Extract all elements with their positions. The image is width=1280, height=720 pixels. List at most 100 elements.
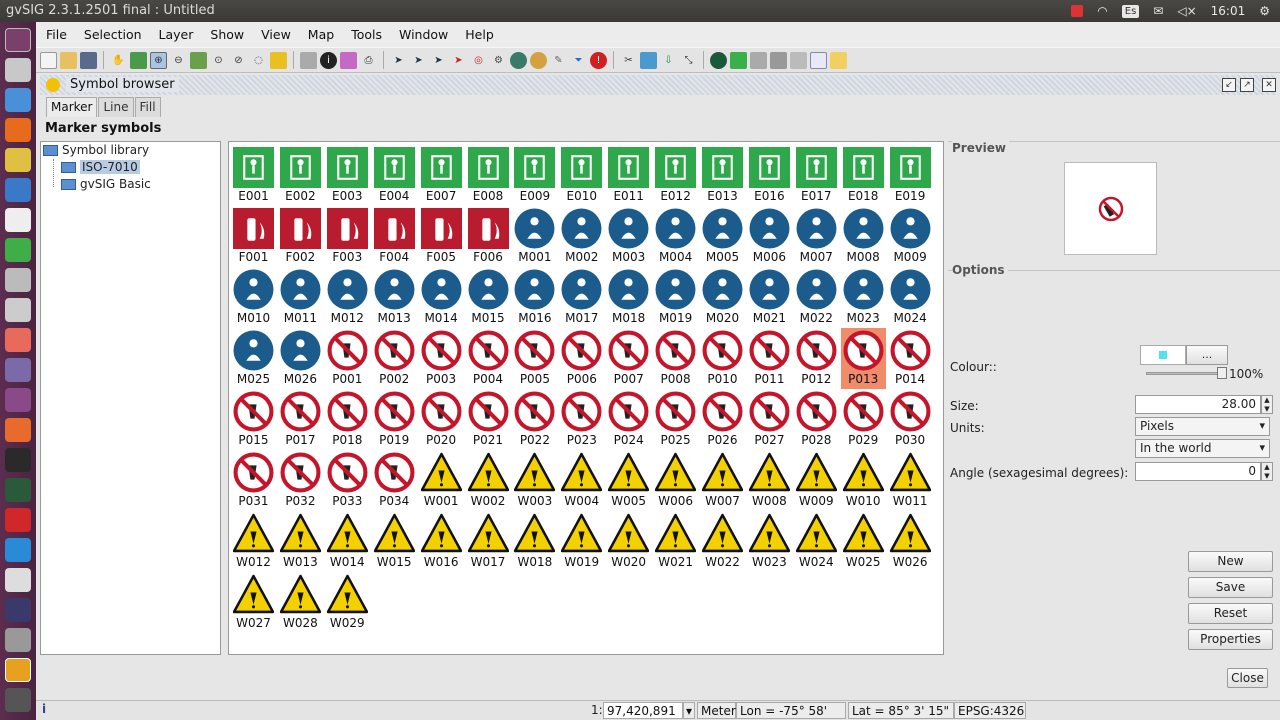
invert-selection-icon[interactable] xyxy=(530,51,547,69)
angle-spinner[interactable]: ▲ ▼ xyxy=(1261,462,1273,481)
symbol-tile-w029[interactable]: W029 xyxy=(325,572,370,633)
restore-icon[interactable]: ↗ xyxy=(1240,78,1254,92)
symbol-tile-e010[interactable]: E010 xyxy=(559,145,604,206)
symbol-tile-e013[interactable]: E013 xyxy=(700,145,745,206)
symbol-tile-e009[interactable]: E009 xyxy=(512,145,557,206)
symbol-tile-m020[interactable]: M020 xyxy=(700,267,745,328)
symbol-tile-p001[interactable]: P001 xyxy=(325,328,370,389)
camera-icon[interactable] xyxy=(5,268,31,292)
world-select[interactable]: In the world xyxy=(1135,439,1270,458)
symbol-tile-w024[interactable]: W024 xyxy=(794,511,839,572)
symbol-tile-m013[interactable]: M013 xyxy=(372,267,417,328)
scale-input[interactable]: 97,420,891 xyxy=(603,702,683,719)
symbol-tile-w014[interactable]: W014 xyxy=(325,511,370,572)
symbol-tile-p029[interactable]: P029 xyxy=(841,389,886,450)
menu-view[interactable]: View xyxy=(261,27,291,42)
symbol-tile-p020[interactable]: P020 xyxy=(419,389,464,450)
text-editor-icon[interactable] xyxy=(5,208,31,232)
save-button[interactable]: Save xyxy=(1188,577,1273,598)
settings-icon[interactable] xyxy=(5,628,31,652)
clear-selection-icon[interactable]: ✎ xyxy=(550,52,567,69)
media-icon[interactable] xyxy=(5,358,31,382)
symbol-tile-p034[interactable]: P034 xyxy=(372,450,417,511)
select-circle-icon[interactable]: ➤ xyxy=(450,52,467,69)
layers-icon[interactable] xyxy=(190,51,207,69)
symbol-tile-m003[interactable]: M003 xyxy=(606,206,651,267)
zoom-in-icon[interactable]: ⊕ xyxy=(150,51,167,69)
symbol-tile-w015[interactable]: W015 xyxy=(372,511,417,572)
symbol-tile-p010[interactable]: P010 xyxy=(700,328,745,389)
pan-hand-icon[interactable]: ✋ xyxy=(110,52,127,69)
symbol-tile-m026[interactable]: M026 xyxy=(278,328,323,389)
wifi-icon[interactable]: ◠ xyxy=(1097,4,1107,18)
info-icon[interactable]: i xyxy=(320,51,337,69)
power-gear-icon[interactable]: ⚙ xyxy=(1259,4,1270,18)
select-by-point-icon[interactable]: ◎ xyxy=(470,52,487,69)
symbol-tile-m019[interactable]: M019 xyxy=(653,267,698,328)
symbol-tile-w010[interactable]: W010 xyxy=(841,450,886,511)
symbol-tile-p033[interactable]: P033 xyxy=(325,450,370,511)
dictionary-icon[interactable] xyxy=(5,568,31,592)
colour-swatch[interactable] xyxy=(1140,345,1186,365)
zoom-select-icon[interactable]: ⊘ xyxy=(230,52,247,69)
symbol-tile-w005[interactable]: W005 xyxy=(606,450,651,511)
symbol-tile-e017[interactable]: E017 xyxy=(794,145,839,206)
tree-item-gvsig-basic[interactable]: gvSIG Basic xyxy=(61,177,151,191)
symbol-tile-w026[interactable]: W026 xyxy=(888,511,933,572)
chrome-icon[interactable] xyxy=(5,148,31,172)
select-polygon-icon[interactable]: ➤ xyxy=(430,52,447,69)
select-by-layer-icon[interactable]: ⚙ xyxy=(490,52,507,69)
symbol-tile-p019[interactable]: P019 xyxy=(372,389,417,450)
symbol-tile-m002[interactable]: M002 xyxy=(559,206,604,267)
system-monitor-icon[interactable] xyxy=(5,478,31,502)
units-select[interactable]: Pixels xyxy=(1135,417,1270,436)
symbol-tile-m021[interactable]: M021 xyxy=(747,267,792,328)
software-center-icon[interactable] xyxy=(5,418,31,442)
terminal-icon[interactable] xyxy=(5,448,31,472)
calculator-icon[interactable] xyxy=(5,298,31,322)
symbol-tile-w021[interactable]: W021 xyxy=(653,511,698,572)
zoom-all-icon[interactable]: ◌ xyxy=(250,52,267,69)
symbol-tile-m025[interactable]: M025 xyxy=(231,328,276,389)
symbol-tile-w003[interactable]: W003 xyxy=(512,450,557,511)
properties-button[interactable]: Properties xyxy=(1188,629,1273,650)
symbol-tile-w017[interactable]: W017 xyxy=(466,511,511,572)
download-icon[interactable]: ⇩ xyxy=(660,52,677,69)
symbol-tile-p023[interactable]: P023 xyxy=(559,389,604,450)
symbol-tile-e012[interactable]: E012 xyxy=(653,145,698,206)
symbol-tile-p031[interactable]: P031 xyxy=(231,450,276,511)
symbol-tile-e003[interactable]: E003 xyxy=(325,145,370,206)
gvsig-icon[interactable] xyxy=(5,658,31,682)
symbol-tile-w016[interactable]: W016 xyxy=(419,511,464,572)
symbol-tile-f001[interactable]: F001 xyxy=(231,206,276,267)
symbol-tile-p008[interactable]: P008 xyxy=(653,328,698,389)
minimize-icon[interactable]: ↙ xyxy=(1222,78,1236,92)
stop-icon[interactable]: ! xyxy=(590,51,607,69)
video-icon[interactable] xyxy=(5,388,31,412)
symbol-tile-w004[interactable]: W004 xyxy=(559,450,604,511)
symbol-tile-w018[interactable]: W018 xyxy=(512,511,557,572)
clock[interactable]: 16:01 xyxy=(1211,4,1246,18)
symbol-tile-m001[interactable]: M001 xyxy=(512,206,557,267)
geoprocess-icon[interactable] xyxy=(750,51,767,69)
menu-tools[interactable]: Tools xyxy=(351,27,382,42)
impress-icon[interactable] xyxy=(5,328,31,352)
skype-icon[interactable] xyxy=(5,538,31,562)
symbol-tile-p005[interactable]: P005 xyxy=(512,328,557,389)
symbol-tile-w001[interactable]: W001 xyxy=(419,450,464,511)
zoom-previous-icon[interactable]: ⊙ xyxy=(210,52,227,69)
toolbox-icon[interactable] xyxy=(770,51,787,69)
size-input[interactable]: 28.00 xyxy=(1135,395,1261,414)
network-icon[interactable] xyxy=(5,88,31,112)
select-all-icon[interactable] xyxy=(510,51,527,69)
inkscape-icon[interactable] xyxy=(5,598,31,622)
menu-show[interactable]: Show xyxy=(210,27,244,42)
opacity-slider-handle[interactable] xyxy=(1217,367,1227,379)
symbol-tile-m009[interactable]: M009 xyxy=(888,206,933,267)
symbol-tile-m005[interactable]: M005 xyxy=(700,206,745,267)
symbol-tile-p006[interactable]: P006 xyxy=(559,328,604,389)
symbol-tile-m008[interactable]: M008 xyxy=(841,206,886,267)
symbol-tile-p024[interactable]: P024 xyxy=(606,389,651,450)
symbol-tile-m004[interactable]: M004 xyxy=(653,206,698,267)
symbol-tile-p004[interactable]: P004 xyxy=(466,328,511,389)
